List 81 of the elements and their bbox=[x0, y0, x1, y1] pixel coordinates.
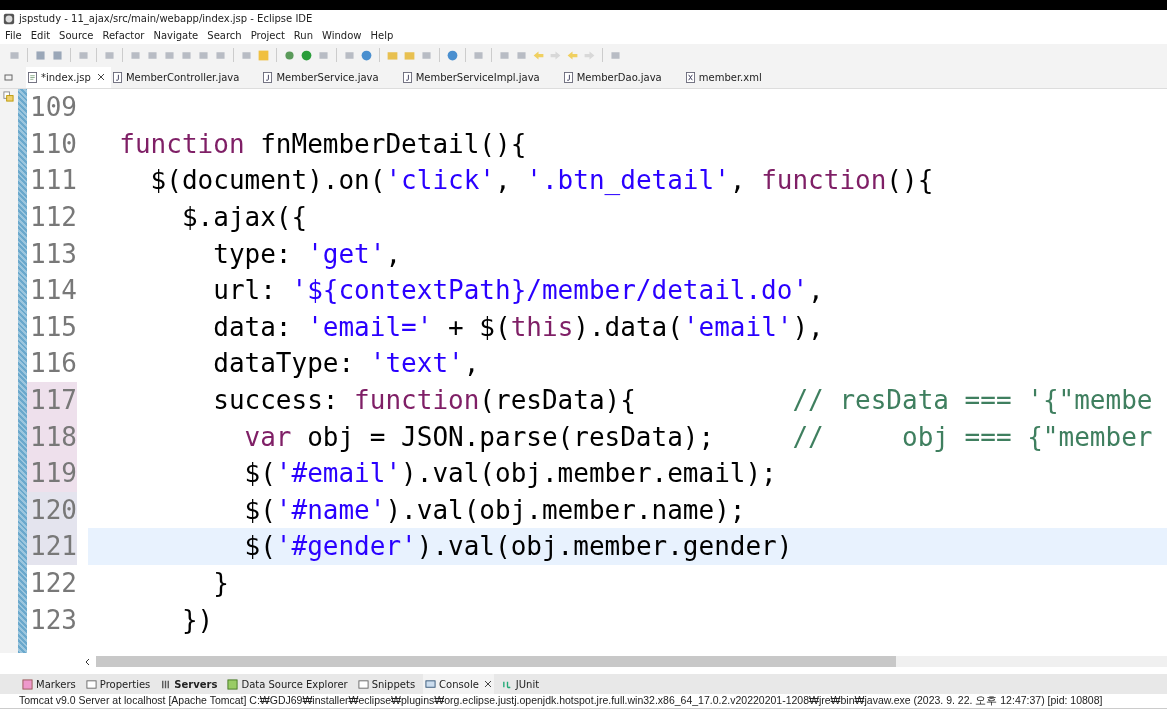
editor-tab[interactable]: *index.jsp bbox=[26, 66, 111, 88]
view-icon bbox=[357, 678, 369, 690]
editor-tab[interactable]: MemberController.java bbox=[110, 66, 262, 88]
scrollbar-thumb[interactable] bbox=[96, 656, 896, 667]
view-icon bbox=[227, 678, 239, 690]
panel-tab[interactable]: Properties bbox=[83, 674, 153, 694]
scroll-left-icon[interactable] bbox=[84, 657, 92, 666]
editor-tab[interactable]: MemberDao.java bbox=[561, 66, 684, 88]
panel-tab[interactable]: Data Source Explorer bbox=[225, 674, 350, 694]
editor-tab[interactable]: member.xml bbox=[683, 66, 784, 88]
close-icon[interactable] bbox=[96, 73, 105, 81]
toolbar-icon[interactable] bbox=[257, 48, 270, 62]
line-number: 123 bbox=[29, 603, 77, 637]
left-arrow-icon[interactable] bbox=[566, 48, 579, 62]
view-icon bbox=[22, 678, 33, 690]
code-line: type: 'get', bbox=[212, 238, 402, 269]
globe-icon[interactable] bbox=[360, 48, 373, 62]
line-number: 113 bbox=[29, 237, 77, 271]
menu-item[interactable]: Source bbox=[59, 30, 94, 41]
code-line: }) bbox=[180, 604, 214, 635]
code-line: $('#email').val(obj.member.email); bbox=[243, 458, 777, 489]
code-line: var obj = JSON.parse(resData); // obj === {"member bbox=[243, 421, 1153, 452]
file-icon bbox=[402, 71, 412, 83]
menu-item[interactable]: Edit bbox=[30, 30, 51, 41]
bug-icon[interactable] bbox=[283, 48, 296, 62]
line-number: 118 bbox=[27, 418, 77, 455]
close-icon[interactable] bbox=[483, 680, 492, 688]
menu-item[interactable]: File bbox=[5, 30, 22, 41]
line-number: 110 bbox=[29, 127, 77, 161]
panel-tab[interactable]: Snippets bbox=[355, 674, 418, 694]
menu-item[interactable]: Run bbox=[293, 30, 314, 41]
line-number: 109 bbox=[29, 91, 77, 125]
line-number: 119 bbox=[27, 454, 77, 492]
globe-icon[interactable] bbox=[446, 48, 459, 62]
code-line: $(document).on('click', '.btn_detail', function(){ bbox=[149, 165, 934, 196]
line-number: 112 bbox=[29, 201, 77, 235]
file-icon bbox=[563, 71, 573, 83]
window-title: jspstudy - 11_ajax/src/main/webapp/index.jsp - Eclipse IDE bbox=[19, 13, 313, 24]
menu-item[interactable]: Window bbox=[322, 30, 362, 41]
menu-item[interactable]: Search bbox=[207, 30, 242, 41]
file-icon bbox=[685, 71, 695, 83]
panel-tab[interactable]: Servers bbox=[158, 674, 220, 694]
file-icon bbox=[112, 71, 122, 83]
line-number: 114 bbox=[29, 274, 77, 308]
code-line: $.ajax({ bbox=[180, 202, 308, 233]
run-icon[interactable] bbox=[300, 48, 313, 62]
save-icon[interactable] bbox=[34, 48, 47, 62]
panel-tab[interactable]: Console bbox=[423, 674, 494, 694]
code-line: $('#name').val(obj.member.name); bbox=[243, 494, 746, 525]
menu-item[interactable]: Help bbox=[370, 30, 394, 41]
line-number: 115 bbox=[29, 310, 77, 344]
console-status-text: Tomcat v9.0 Server at localhost [Apache Tomcat] C:₩GDJ69₩installer₩eclipse₩plugins₩org.eclipse.justj.openjdk.hotspot.jre.full.win32.x86_64_17.0.2.v20220201-1208₩jre₩bin₩javaw.exe (2023. 9. 22. 오후 12:47:37) [pid: 10808] bbox=[19, 694, 1103, 708]
save-icon[interactable] bbox=[51, 48, 64, 62]
monitor-icon bbox=[425, 678, 437, 690]
file-icon bbox=[263, 71, 273, 83]
eclipse-app-icon bbox=[3, 12, 15, 25]
view-icon bbox=[85, 678, 97, 690]
code-line: } bbox=[212, 568, 229, 598]
editor-tab[interactable]: MemberServiceImpl.java bbox=[400, 66, 562, 88]
code-line: $('#gender').val(obj.member.gender) bbox=[243, 531, 793, 562]
code-line: dataType: 'text', bbox=[212, 348, 480, 379]
line-number: 117 bbox=[27, 381, 77, 419]
menu-item[interactable]: Refactor bbox=[102, 30, 145, 41]
line-number: 121 bbox=[27, 528, 77, 565]
code-line: data: 'email=' + $(this).data('email'), bbox=[212, 311, 824, 342]
line-number: 116 bbox=[29, 347, 77, 381]
menu-item[interactable]: Project bbox=[250, 30, 285, 41]
minimize-icon[interactable] bbox=[4, 72, 14, 82]
code-line: function fnMemberDetail(){ bbox=[118, 128, 527, 159]
line-number: 111 bbox=[29, 164, 77, 198]
panel-tab[interactable]: Markers bbox=[20, 674, 78, 694]
line-number: 122 bbox=[29, 567, 77, 600]
editor-tab[interactable]: MemberService.java bbox=[261, 66, 401, 88]
line-number: 120 bbox=[27, 491, 77, 529]
left-arrow-icon[interactable] bbox=[532, 48, 545, 62]
file-icon bbox=[28, 71, 37, 83]
code-line: url: '${contextPath}/member/detail.do', bbox=[212, 275, 824, 306]
menu-item[interactable]: Navigate bbox=[153, 30, 199, 41]
code-line: success: function(resData){ // resData === '{"membe bbox=[212, 385, 1153, 416]
panel-tab[interactable]: JUnit bbox=[499, 674, 542, 694]
view-icon bbox=[160, 678, 172, 690]
